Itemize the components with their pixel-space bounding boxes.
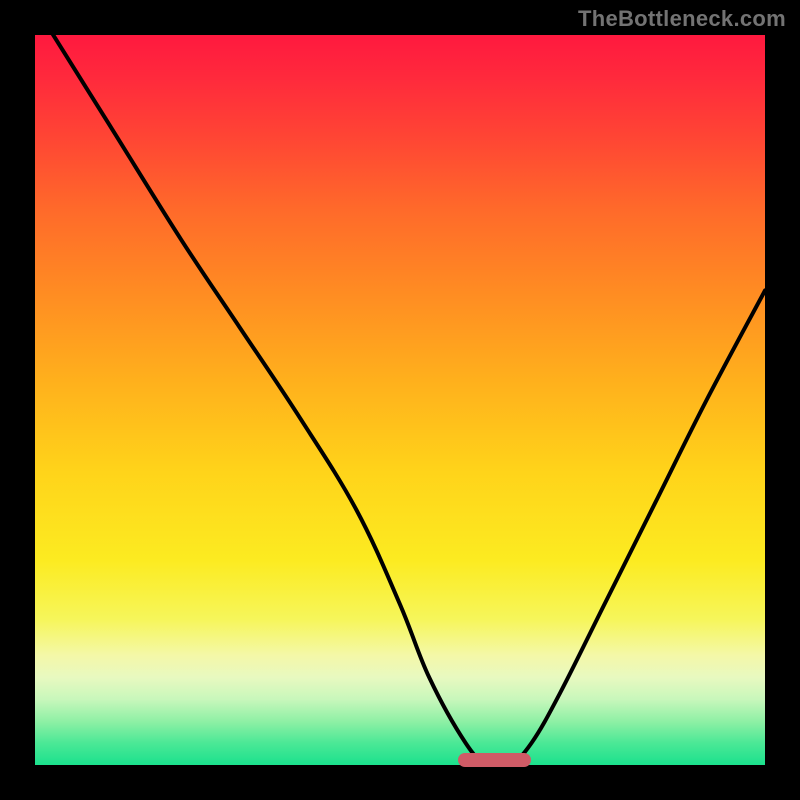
- plot-area: [35, 35, 765, 765]
- chart-frame: TheBottleneck.com: [0, 0, 800, 800]
- optimal-range-marker: [458, 753, 531, 767]
- bottleneck-curve: [35, 35, 765, 765]
- curve-path: [35, 6, 765, 768]
- watermark-label: TheBottleneck.com: [578, 6, 786, 32]
